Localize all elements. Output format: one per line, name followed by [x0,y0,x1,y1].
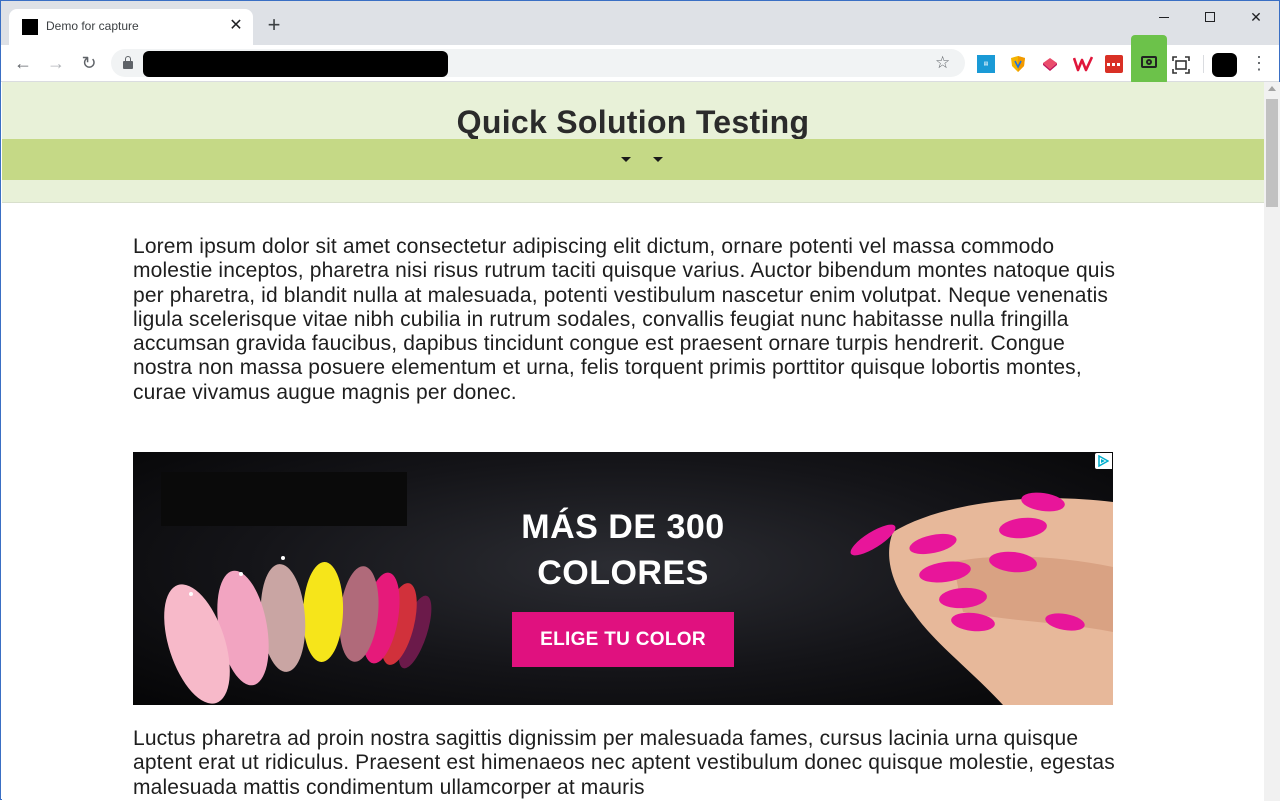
ad-headline-line-1: MÁS DE 300 [521,508,725,546]
page-viewport: Quick Solution Testing Lorem ipsum dolor… [2,82,1264,801]
scroll-up-arrow-icon[interactable] [1268,86,1276,91]
ad-banner[interactable]: MÁS DE 300 COLORES ELIGE TU COLOR [133,452,1113,705]
main-content: Lorem ipsum dolor sit amet consectetur a… [133,235,1123,405]
red-dots-extension-icon[interactable] [1105,55,1123,73]
screen-capture-icon[interactable] [1171,55,1191,75]
ad-cta-button[interactable]: ELIGE TU COLOR [512,612,734,667]
ad-headline: MÁS DE 300 COLORES [463,504,783,596]
dropdown-caret-icon[interactable] [621,157,631,162]
blue-extension-icon[interactable]: ▤ [977,55,995,73]
scroll-thumb[interactable] [1266,99,1278,207]
lock-icon[interactable] [123,56,133,69]
profile-avatar[interactable] [1212,53,1237,77]
browser-toolbar: ← → ↻ ☆ ▤ ⋮ [1,35,1279,85]
page-scrollbar[interactable] [1264,82,1280,801]
tab-strip: Demo for capture ✕ + ✕ [1,1,1279,45]
pink-extension-icon[interactable] [1041,55,1059,73]
ad-headline-line-2: COLORES [537,554,709,592]
toolbar-separator [1203,55,1204,73]
minimize-button[interactable] [1141,5,1187,29]
red-w-extension-icon[interactable] [1072,55,1094,73]
camera-capture-icon[interactable] [1131,35,1167,85]
main-content-2: Luctus pharetra ad proin nostra sagittis… [133,727,1123,800]
browser-window: Demo for capture ✕ + ✕ ← → ↻ ☆ ▤ ⋮ Quick… [0,0,1280,801]
tab-title: Demo for capture [46,19,139,33]
bookmark-star-icon[interactable]: ☆ [935,51,950,75]
paragraph: Luctus pharetra ad proin nostra sagittis… [133,727,1115,799]
site-title: Quick Solution Testing [456,104,810,140]
window-close-button[interactable]: ✕ [1233,5,1279,29]
nail-swatches-image [164,556,432,704]
minimize-icon [1159,17,1169,18]
maximize-button[interactable] [1187,5,1233,29]
nav-bar [2,139,1264,180]
address-bar[interactable]: ☆ [111,49,965,77]
favicon-icon [22,19,38,35]
paragraph: Lorem ipsum dolor sit amet consectetur a… [133,235,1116,404]
url-redacted[interactable] [143,51,448,77]
manicured-hand-image [850,492,1113,705]
back-button[interactable]: ← [11,51,35,75]
maximize-icon [1205,12,1215,22]
shield-extension-icon[interactable] [1009,55,1027,73]
forward-button[interactable]: → [44,51,68,75]
site-header: Quick Solution Testing [2,82,1264,203]
tab-active[interactable]: Demo for capture ✕ [9,9,253,45]
new-tab-button[interactable]: + [263,14,285,37]
tab-close-icon[interactable]: ✕ [227,17,245,35]
ad-choices-icon[interactable] [1095,453,1112,469]
dropdown-caret-icon[interactable] [653,157,663,162]
reload-button[interactable]: ↻ [77,51,101,75]
browser-menu-icon[interactable]: ⋮ [1249,51,1269,75]
